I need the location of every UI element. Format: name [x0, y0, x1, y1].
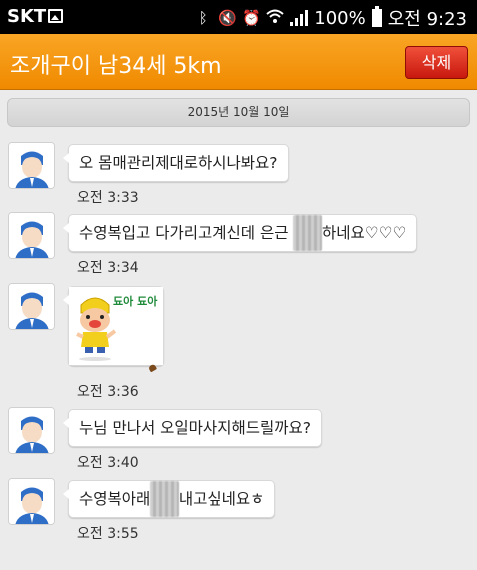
message-time: 오전 3:36 [77, 384, 139, 400]
clock: 오전 9:23 [387, 9, 467, 30]
avatar[interactable] [8, 478, 55, 525]
avatar[interactable] [8, 142, 55, 189]
message-text: 내고싶네요ㅎ [178, 490, 265, 508]
censored-text: 꼴릿 [293, 215, 322, 251]
message-bubble[interactable]: 수영복아래구멍내고싶네요ㅎ [62, 480, 276, 518]
message-text: 수영복입고 다가리고계신데 은근 [79, 224, 294, 242]
battery-icon [371, 6, 382, 27]
battery-percent: 100% [314, 7, 366, 29]
censored-text: 구멍 [150, 481, 179, 517]
message-bubble[interactable]: 수영복입고 다가리고계신데 은근 꼴릿하네요♡♡♡ [62, 214, 418, 252]
message-bubble[interactable]: 누님 만나서 오일마사지해드릴까요? [63, 409, 322, 447]
wifi-icon [266, 9, 284, 27]
message-text: 수영복아래 [79, 490, 151, 508]
bluetooth-icon: ᛒ [198, 9, 208, 27]
chat-title: 조개구이 남34세 5km [10, 54, 222, 79]
alarm-icon: ⏰ [242, 9, 261, 27]
message-time: 오전 3:34 [77, 260, 139, 276]
sticker-caption: 됴아 됴아 [113, 294, 158, 308]
sticker-message[interactable]: 됴아 됴아 [63, 286, 164, 366]
gallery-notification-icon [48, 9, 63, 23]
date-divider: 2015년 10월 10일 [7, 98, 470, 127]
message-time: 오전 3:40 [77, 455, 139, 471]
message-text: 오 몸매관리제대로하시나봐요? [79, 154, 278, 172]
message-time: 오전 3:33 [77, 190, 139, 206]
signal-icon [290, 10, 309, 26]
carrier-label: SKT [7, 6, 47, 27]
status-bar: SKT ᛒ 🔇 ⏰ 100% 오전 9:23 [0, 0, 477, 34]
delete-button[interactable]: 삭제 [405, 46, 468, 79]
message-text: 누님 만나서 오일마사지해드릴까요? [79, 419, 311, 437]
sticker-image: 됴아 됴아 [69, 287, 163, 365]
avatar[interactable] [8, 407, 55, 454]
message-time: 오전 3:55 [77, 526, 139, 542]
message-text: 하네요♡♡♡ [321, 224, 407, 242]
mute-icon: 🔇 [218, 9, 237, 27]
avatar[interactable] [8, 212, 55, 259]
status-icons: ᛒ 🔇 ⏰ 100% 오전 9:23 [194, 5, 467, 31]
message-bubble[interactable]: 오 몸매관리제대로하시나봐요? [63, 144, 289, 182]
avatar[interactable] [8, 283, 55, 330]
chat-header: 조개구이 남34세 5km 삭제 [0, 34, 477, 90]
